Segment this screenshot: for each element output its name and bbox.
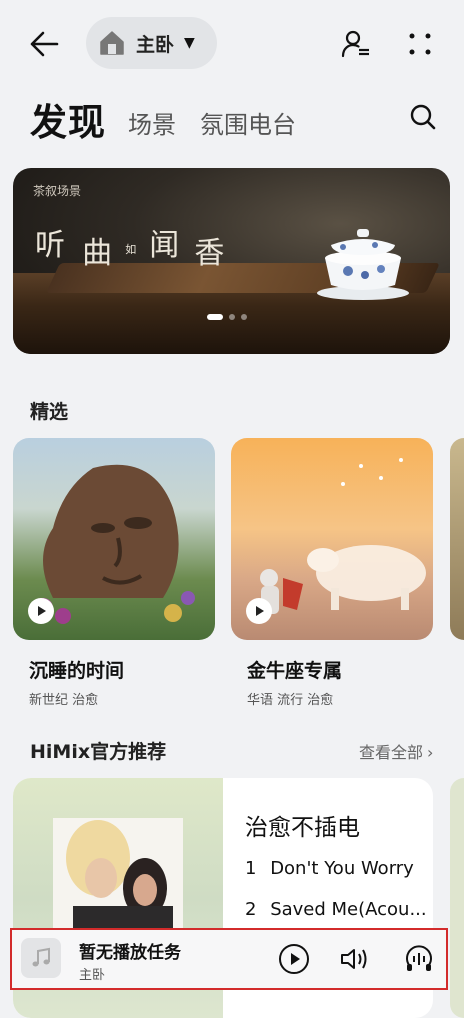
- playlist-card[interactable]: 沉睡的时间 新世纪 治愈: [13, 438, 215, 708]
- audio-settings-button[interactable]: [402, 942, 436, 976]
- banner-title: 听 曲 如 闻 香: [35, 228, 225, 271]
- play-badge-icon[interactable]: [28, 598, 54, 624]
- room-selector[interactable]: 主卧 ▼: [86, 17, 217, 69]
- tab-discover[interactable]: 发现: [30, 92, 106, 146]
- banner-carousel[interactable]: 茶叙场景 听 曲 如 闻 香: [13, 168, 450, 354]
- play-badge-icon[interactable]: [246, 598, 272, 624]
- chevron-right-icon: ›: [427, 743, 434, 762]
- now-playing-room: 主卧: [79, 968, 106, 983]
- see-all-link[interactable]: 查看全部 ›: [359, 739, 433, 763]
- section-title-himix: HiMix官方推荐: [30, 741, 167, 763]
- carousel-dot: [241, 314, 247, 320]
- user-settings-icon: [341, 30, 369, 58]
- playlist-title: 金牛座专属: [247, 660, 343, 682]
- more-dots-icon: [409, 33, 431, 55]
- playlist-card[interactable]: 金牛座专属 华语 流行 治愈: [231, 438, 433, 708]
- playlist-tags: 华语 流行 治愈: [247, 693, 334, 708]
- himix-card-peek[interactable]: [450, 778, 464, 1018]
- audio-settings-icon: [406, 945, 432, 971]
- carousel-dot: [207, 314, 223, 320]
- mini-player[interactable]: 暂无播放任务 主卧: [10, 928, 448, 990]
- search-button[interactable]: [406, 100, 440, 134]
- section-title-featured: 精选: [30, 401, 69, 423]
- now-playing-title: 暂无播放任务: [79, 943, 181, 963]
- volume-button[interactable]: [338, 942, 372, 976]
- play-button[interactable]: [277, 942, 311, 976]
- tab-scenes[interactable]: 场景: [128, 105, 176, 140]
- room-name: 主卧: [136, 33, 175, 56]
- volume-icon: [341, 949, 367, 969]
- track-item[interactable]: 2 Saved Me(Acou...: [245, 899, 427, 920]
- search-icon: [410, 104, 436, 130]
- tab-radio[interactable]: 氛围电台: [200, 105, 296, 140]
- user-settings-button[interactable]: [338, 26, 374, 62]
- carousel-dot: [229, 314, 235, 320]
- playlist-title: 沉睡的时间: [29, 660, 125, 682]
- teacup-illustration: [317, 229, 409, 300]
- track-item[interactable]: 1 Don't You Worry: [245, 858, 414, 879]
- banner-label: 茶叙场景: [33, 184, 82, 198]
- playlist-tags: 新世纪 治愈: [29, 693, 99, 708]
- music-note-icon: [21, 938, 61, 978]
- more-button[interactable]: [402, 26, 438, 62]
- home-icon: [100, 31, 124, 55]
- caret-down-icon: ▼: [184, 35, 195, 51]
- back-button[interactable]: [26, 26, 62, 62]
- himix-playlist-title: 治愈不插电: [245, 815, 360, 841]
- playlist-card-peek[interactable]: [450, 438, 464, 640]
- play-icon: [279, 944, 309, 974]
- playlist-cover: [13, 438, 215, 640]
- arrow-left-icon: [30, 31, 59, 57]
- playlist-cover: [231, 438, 433, 640]
- carousel-indicator: [207, 314, 247, 320]
